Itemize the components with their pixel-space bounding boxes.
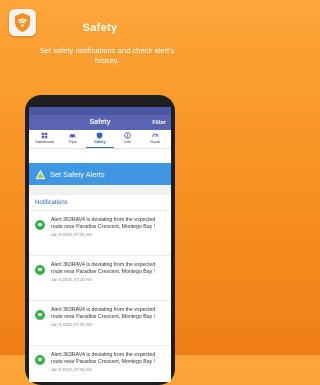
shield-icon xyxy=(97,132,103,139)
tab-score[interactable]: Score xyxy=(141,132,169,148)
tab-label: Trips xyxy=(68,140,77,144)
notification-item[interactable]: Alert 363RAV4 is deviating from the expe… xyxy=(29,301,171,346)
notification-time: Jan 5 2018, 07:30 AM xyxy=(51,367,92,373)
dashboard-icon xyxy=(41,132,48,139)
tab-label: Score xyxy=(150,140,161,144)
alert-dot-icon xyxy=(35,220,45,230)
promo-subtitle: Set safety notifications and check alert… xyxy=(39,46,175,65)
tab-label: Safety xyxy=(94,140,106,144)
phone-screen: Safety Filter Dashboard Trips Safety Inf… xyxy=(29,107,171,382)
notification-message: Alert 363RAV4 is deviating from the expe… xyxy=(51,217,156,230)
app-bar-title: Safety xyxy=(89,119,111,126)
banner-label: Set Safety Alerts xyxy=(50,169,105,179)
filter-button[interactable]: Filter xyxy=(152,120,166,126)
status-bar xyxy=(29,107,171,115)
notification-time: Jan 5 2018, 07:10 AM xyxy=(51,277,92,283)
tab-trips[interactable]: Trips xyxy=(59,132,87,148)
phone-frame: Safety Filter Dashboard Trips Safety Inf… xyxy=(25,95,175,385)
divider xyxy=(29,185,171,195)
warning-triangle-icon xyxy=(35,169,46,179)
tab-label: Info xyxy=(124,140,131,144)
notification-time: Jan 5 2018, 07:30 AM xyxy=(51,322,92,328)
info-icon xyxy=(124,132,131,139)
notification-item[interactable]: Alert 363RAV4 is deviating from the expe… xyxy=(29,346,171,382)
tab-label: Dashboard xyxy=(35,140,55,144)
tab-dashboard[interactable]: Dashboard xyxy=(31,132,59,148)
notification-message: Alert 363RAV4 is deviating from the expe… xyxy=(51,262,156,275)
speedometer-icon xyxy=(151,133,159,138)
alert-dot-icon xyxy=(35,265,45,275)
notification-item[interactable]: Alert 363RAV4 is deviating from the expe… xyxy=(29,211,171,256)
car-icon xyxy=(69,134,76,139)
app-bar: Safety Filter xyxy=(29,115,171,130)
notification-time: Jan 5 2018, 07:30 AM xyxy=(51,232,92,238)
notification-item[interactable]: Alert 363RAV4 is deviating from the expe… xyxy=(29,256,171,301)
notification-message: Alert 363RAV4 is deviating from the expe… xyxy=(51,352,156,365)
notification-message: Alert 363RAV4 is deviating from the expe… xyxy=(51,307,156,320)
alert-dot-icon xyxy=(35,310,45,320)
set-safety-alerts-button[interactable]: Set Safety Alerts xyxy=(29,163,171,185)
tab-bar: Dashboard Trips Safety Info Score xyxy=(29,130,171,149)
tab-safety[interactable]: Safety xyxy=(86,132,114,148)
notifications-title: Notifications xyxy=(29,195,171,211)
promo-title: Safety xyxy=(82,22,118,34)
alert-dot-icon xyxy=(35,355,45,365)
tab-info[interactable]: Info xyxy=(114,132,142,148)
